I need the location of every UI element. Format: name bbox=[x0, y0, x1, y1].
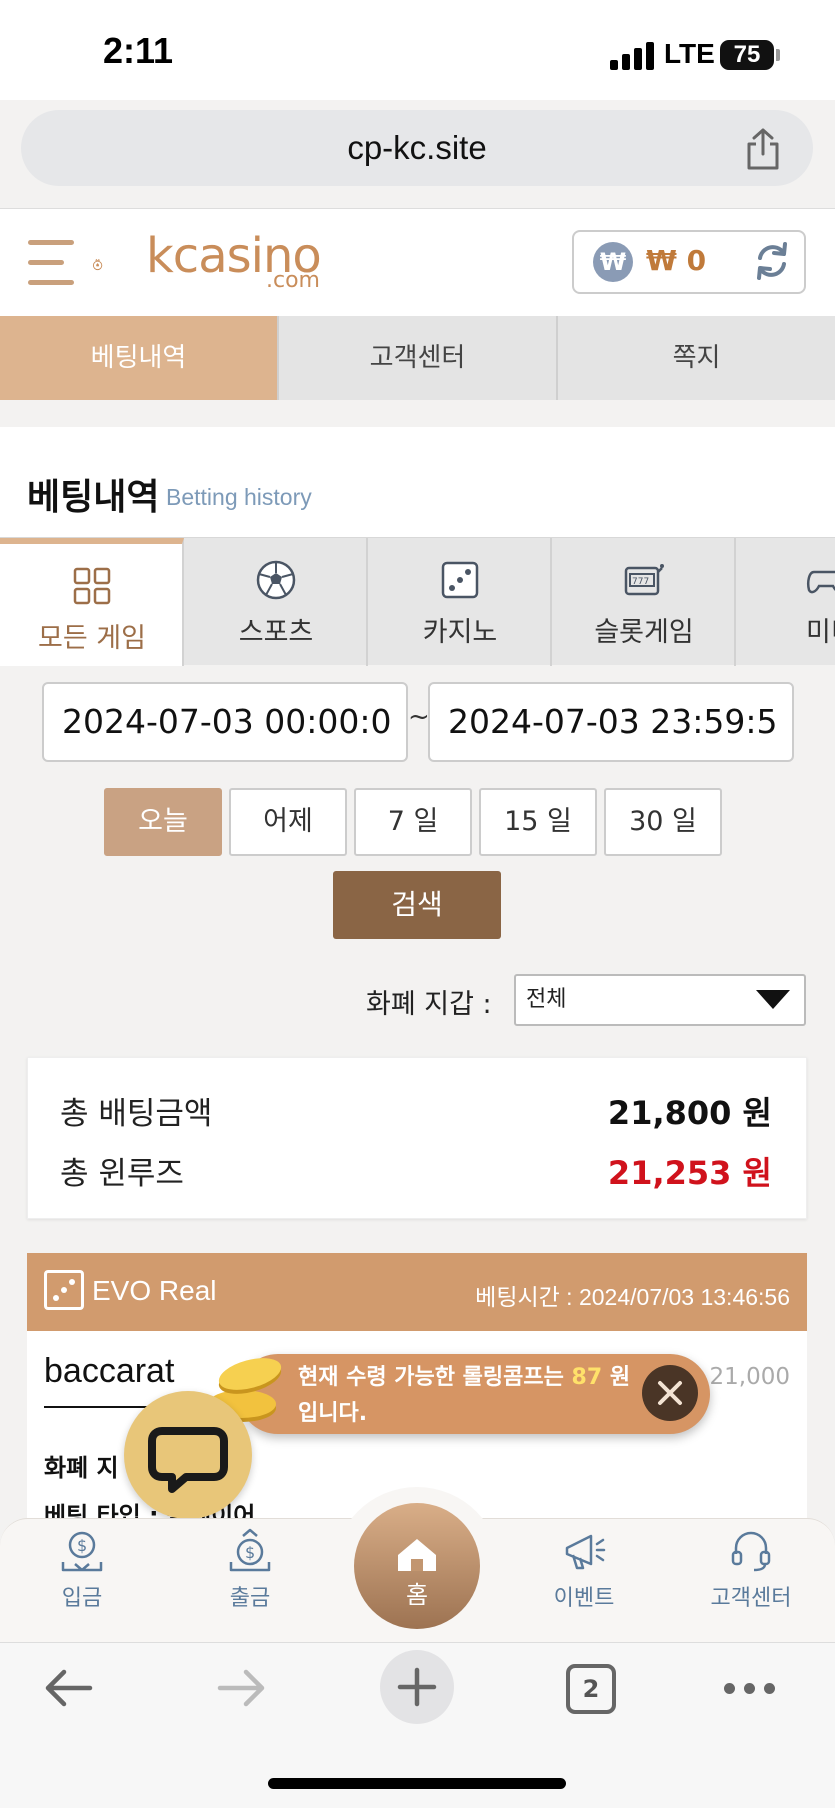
battery-icon: 75 bbox=[720, 40, 774, 70]
currency-filter-label: 화폐 지갑 : bbox=[366, 989, 492, 1020]
refresh-icon[interactable] bbox=[752, 240, 792, 282]
range-7-days-button[interactable]: 7 일 bbox=[354, 788, 472, 856]
tab-casino[interactable]: 카지노 bbox=[368, 538, 552, 666]
chevron-down-icon bbox=[756, 990, 790, 1009]
gamepad-icon bbox=[806, 570, 835, 594]
main-tabs: 베팅내역 고객센터 쪽지 bbox=[0, 316, 835, 400]
game-tabs: 모든 게임 스포츠 카지노 777 슬롯게임 미 bbox=[0, 537, 835, 666]
bet-game-name: baccarat bbox=[44, 1352, 175, 1390]
close-icon bbox=[658, 1381, 682, 1405]
tab-label: 스포츠 bbox=[238, 617, 314, 648]
live-chat-button[interactable] bbox=[124, 1391, 252, 1519]
toast-text-3: 입니다. bbox=[298, 1401, 368, 1426]
grid-icon bbox=[73, 567, 111, 605]
page-subtitle: Betting history bbox=[166, 484, 312, 510]
win-loss-value: 21,253 원 bbox=[607, 1154, 772, 1192]
logo-icon[interactable] bbox=[92, 232, 148, 296]
nav-deposit[interactable]: $ 입금 bbox=[22, 1528, 142, 1612]
slot-machine-icon: 777 bbox=[624, 564, 664, 596]
tab-customer-center[interactable]: 고객센터 bbox=[279, 316, 558, 400]
tab-label: 카지노 bbox=[422, 617, 498, 648]
headset-icon bbox=[731, 1531, 771, 1572]
forward-arrow-icon[interactable] bbox=[214, 1664, 270, 1712]
date-separator: ~ bbox=[408, 702, 430, 732]
network-type: LTE bbox=[664, 38, 715, 69]
tab-sports[interactable]: 스포츠 bbox=[184, 538, 368, 666]
tab-label: 모든 게임 bbox=[38, 623, 146, 654]
bet-summary bbox=[27, 1057, 807, 1219]
tab-slot-games[interactable]: 777 슬롯게임 bbox=[552, 538, 736, 666]
url-text: cp-kc.site bbox=[347, 129, 487, 166]
toast-amount: 87 bbox=[571, 1365, 603, 1390]
nav-events[interactable]: 이벤트 bbox=[524, 1528, 644, 1612]
close-button[interactable] bbox=[642, 1365, 698, 1421]
home-indicator bbox=[268, 1778, 566, 1789]
start-date-input[interactable]: 2024-07-03 00:00:0 bbox=[42, 682, 408, 762]
address-bar[interactable]: cp-kc.site bbox=[21, 110, 813, 186]
toast-message: 현재 수령 가능한 롤링콤프는 87 원 입니다. bbox=[298, 1360, 648, 1432]
wallet-amount: ₩ 0 bbox=[646, 244, 707, 277]
tab-all-games[interactable]: 모든 게임 bbox=[0, 538, 184, 666]
chat-icon bbox=[148, 1427, 228, 1493]
logo-suffix: .com bbox=[266, 268, 320, 293]
nav-label: 입금 bbox=[61, 1586, 103, 1611]
svg-text:$: $ bbox=[77, 1536, 87, 1555]
range-30-days-button[interactable]: 30 일 bbox=[604, 788, 722, 856]
nav-label: 홈 bbox=[405, 1581, 429, 1609]
nav-withdraw[interactable]: $ 출금 bbox=[190, 1528, 310, 1612]
page-title: 베팅내역 bbox=[27, 477, 160, 518]
toast-text-1: 현재 수령 가능한 롤링콤프는 bbox=[298, 1365, 564, 1390]
deposit-icon: $ bbox=[61, 1531, 103, 1572]
nav-label: 이벤트 bbox=[553, 1586, 615, 1611]
withdraw-icon: $ bbox=[229, 1528, 271, 1572]
dice-icon bbox=[44, 1270, 84, 1310]
end-date-input[interactable]: 2024-07-03 23:59:5 bbox=[428, 682, 794, 762]
more-icon[interactable] bbox=[724, 1683, 776, 1695]
tab-mini-games[interactable]: 미니 bbox=[736, 538, 835, 666]
total-bet-label: 총 배팅금액 bbox=[60, 1096, 213, 1132]
total-bet-value: 21,800 원 bbox=[607, 1094, 772, 1132]
range-today-button[interactable]: 오늘 bbox=[104, 788, 222, 856]
signal-icon bbox=[610, 42, 656, 70]
nav-label: 고객센터 bbox=[710, 1586, 792, 1611]
bet-time: 베팅시간 : 2024/07/03 13:46:56 bbox=[475, 1284, 790, 1310]
back-arrow-icon[interactable] bbox=[40, 1664, 96, 1712]
new-tab-button[interactable] bbox=[380, 1650, 454, 1724]
nav-customer-center[interactable]: 고객센터 bbox=[691, 1528, 811, 1612]
megaphone-icon bbox=[565, 1534, 606, 1570]
tab-label: 슬롯게임 bbox=[594, 617, 694, 648]
share-icon[interactable] bbox=[740, 126, 786, 172]
svg-text:$: $ bbox=[245, 1543, 255, 1562]
nav-home[interactable] bbox=[354, 1503, 480, 1629]
currency-wallet-row: 화폐 지 bbox=[44, 1454, 119, 1482]
search-button[interactable]: 검색 bbox=[333, 871, 501, 939]
range-15-days-button[interactable]: 15 일 bbox=[479, 788, 597, 856]
plus-icon bbox=[397, 1667, 437, 1707]
menu-icon[interactable] bbox=[28, 240, 74, 286]
home-icon bbox=[398, 1539, 436, 1571]
nav-label: 출금 bbox=[229, 1586, 271, 1611]
battery-tip bbox=[776, 49, 780, 61]
won-icon: ₩ bbox=[593, 242, 633, 282]
tab-messages[interactable]: 쪽지 bbox=[558, 316, 835, 400]
status-time: 2:11 bbox=[103, 30, 174, 71]
win-loss-label: 총 윈루즈 bbox=[60, 1156, 184, 1192]
tab-betting-history[interactable]: 베팅내역 bbox=[0, 316, 279, 400]
bet-provider: EVO Real bbox=[92, 1275, 217, 1306]
toast-text-2: 원 bbox=[609, 1365, 631, 1390]
soccer-ball-icon bbox=[256, 560, 296, 600]
tabs-button[interactable]: 2 bbox=[566, 1664, 616, 1714]
tab-label: 미니 bbox=[806, 617, 835, 648]
dice-icon bbox=[441, 561, 479, 599]
svg-text:777: 777 bbox=[632, 577, 649, 587]
range-yesterday-button[interactable]: 어제 bbox=[229, 788, 347, 856]
